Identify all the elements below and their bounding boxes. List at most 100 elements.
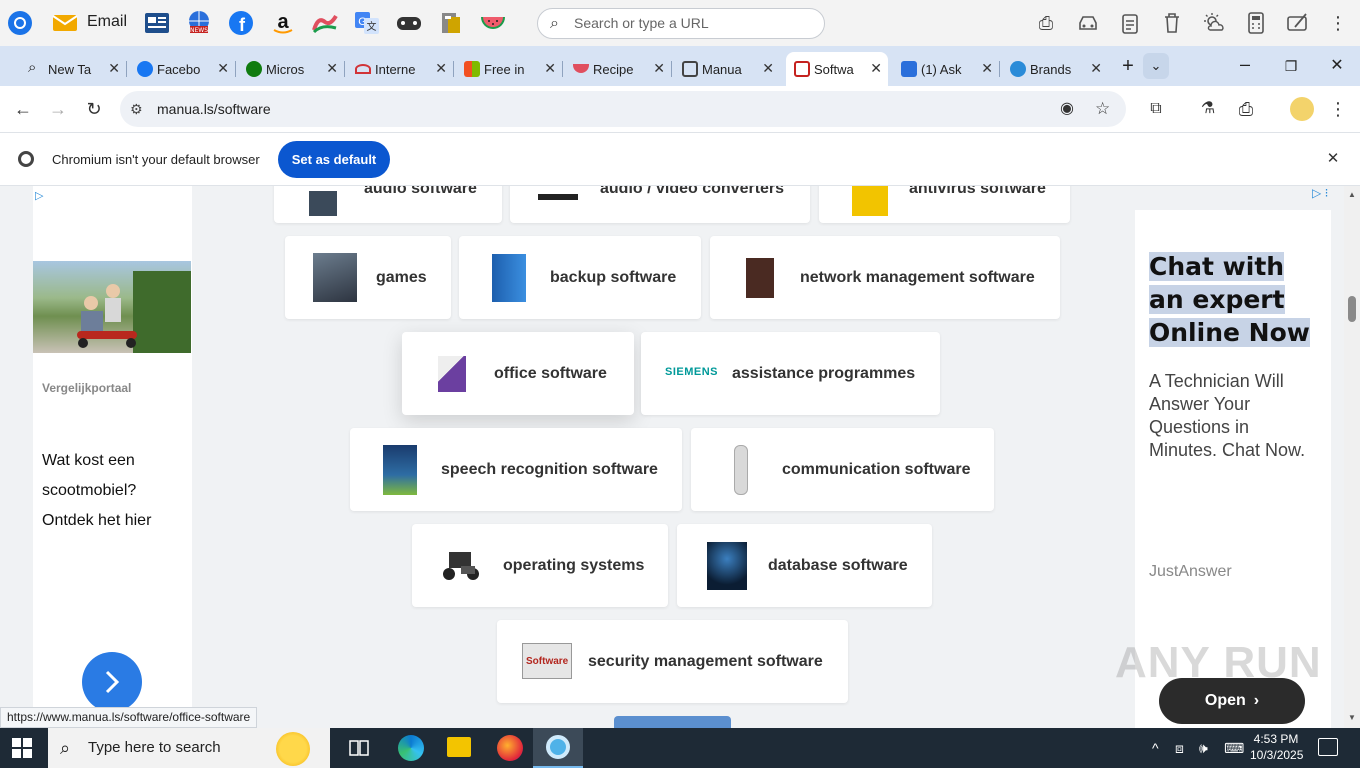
site-info-icon[interactable]: ⚙ — [130, 91, 143, 127]
category-card-office[interactable]: office software — [402, 332, 634, 415]
close-icon[interactable]: ✕ — [653, 60, 665, 77]
file-explorer-icon[interactable] — [447, 737, 471, 757]
clock[interactable]: 4:53 PM 10/3/2025 — [1250, 731, 1303, 763]
amazon-icon[interactable]: a — [268, 8, 298, 38]
print-icon[interactable]: ⎙ — [1031, 8, 1061, 38]
tab-internet[interactable]: Interne ✕ — [347, 52, 454, 86]
scroll-down-icon[interactable]: ▼ — [1348, 713, 1356, 722]
more-menu-icon[interactable]: ⋮ — [1323, 8, 1353, 38]
back-arrow-icon[interactable]: ← — [10, 96, 36, 122]
address-bar[interactable]: ⚙ manua.ls/software ◉ ☆ — [120, 91, 1126, 127]
category-card[interactable]: antivirus software — [819, 186, 1070, 223]
reload-icon[interactable]: ↻ — [81, 96, 107, 122]
ad-image[interactable] — [33, 261, 191, 353]
notifications-icon[interactable] — [1318, 738, 1338, 756]
close-icon[interactable]: ✕ — [762, 60, 774, 77]
search-input[interactable]: ⌕ Search or type a URL — [537, 8, 825, 39]
category-card-os[interactable]: operating systems — [412, 524, 668, 607]
category-card-speech[interactable]: speech recognition software — [350, 428, 682, 511]
new-tab-plus-icon[interactable]: + — [1115, 53, 1141, 79]
facebook-icon[interactable]: f — [226, 8, 256, 38]
close-icon[interactable]: ✕ — [326, 60, 338, 77]
left-ad[interactable]: ▷ Vergelijkportaal Wat kost een scootmob… — [33, 186, 192, 728]
gamepad-icon[interactable] — [394, 8, 424, 38]
category-card-communication[interactable]: communication software — [691, 428, 994, 511]
volume-icon[interactable]: 🕪 — [1199, 728, 1208, 768]
smiley-icon[interactable] — [276, 732, 310, 766]
watermelon-icon[interactable] — [478, 8, 508, 38]
infobar-close-icon[interactable]: ✕ — [1322, 148, 1344, 170]
labs-flask-icon[interactable]: ⚗ — [1195, 96, 1221, 122]
eye-off-icon[interactable]: ◉ — [1060, 91, 1074, 127]
car-icon[interactable] — [1073, 8, 1103, 38]
news-feed-icon[interactable] — [142, 8, 172, 38]
ad-text-line1[interactable]: Wat kost een — [42, 452, 135, 470]
tab-microsoft[interactable]: Micros ✕ — [238, 52, 345, 86]
ad-headline[interactable]: Chat with an expert Online Now — [1149, 250, 1319, 349]
office-icon[interactable] — [436, 8, 466, 38]
show-more-button[interactable] — [614, 716, 731, 728]
ad-choices-icon[interactable]: ▷ ⁝ — [1312, 186, 1328, 200]
tab-software-active[interactable]: Softwa ✕ — [786, 52, 888, 86]
close-icon[interactable]: ✕ — [217, 60, 229, 77]
stocks-icon[interactable] — [310, 8, 340, 38]
windows-start-icon[interactable] — [12, 738, 32, 763]
news-globe-icon[interactable]: NEWS — [184, 8, 214, 38]
browser-logo-icon[interactable] — [5, 8, 35, 38]
scroll-thumb[interactable] — [1348, 296, 1356, 322]
ad-next-button[interactable] — [82, 652, 142, 712]
page-scrollbar[interactable]: ▲ ▼ — [1344, 186, 1360, 728]
tray-chevron-icon[interactable]: ^ — [1152, 728, 1159, 768]
extensions-icon[interactable]: ⧉ — [1143, 96, 1169, 122]
browser-menu-icon[interactable]: ⋮ — [1325, 96, 1351, 122]
edge-icon[interactable] — [398, 735, 424, 761]
print-icon[interactable]: ⎙ — [1233, 96, 1259, 122]
ad-choices-icon[interactable]: ▷ — [35, 189, 43, 202]
weather-icon[interactable] — [1199, 8, 1229, 38]
close-icon[interactable]: ✕ — [435, 60, 447, 77]
ad-text-line2[interactable]: scootmobiel? — [42, 482, 136, 500]
tab-recipe[interactable]: Recipe ✕ — [565, 52, 672, 86]
network-icon[interactable]: ⧈ — [1175, 728, 1184, 768]
category-card[interactable]: audio / video converters — [510, 186, 810, 223]
translate-icon[interactable]: G文 — [352, 8, 382, 38]
firefox-icon[interactable] — [497, 735, 523, 761]
ad-text-line3[interactable]: Ontdek het hier — [42, 512, 151, 530]
tab-free[interactable]: Free in ✕ — [456, 52, 563, 86]
minimize-icon[interactable]: – — [1230, 53, 1260, 79]
chromium-taskbar-button[interactable] — [533, 728, 583, 768]
close-icon[interactable]: ✕ — [870, 60, 882, 77]
trash-icon[interactable] — [1157, 8, 1187, 38]
close-icon[interactable]: ✕ — [981, 60, 993, 77]
category-card-backup[interactable]: backup software — [459, 236, 701, 319]
ad-body[interactable]: A Technician Will Answer Your Questions … — [1149, 370, 1319, 462]
taskbar-search-input[interactable]: ⌕ Type here to search — [48, 728, 330, 768]
tab-new-tab[interactable]: ⌕ New Ta ✕ — [20, 52, 127, 86]
close-icon[interactable]: ✕ — [108, 60, 120, 77]
task-view-icon[interactable] — [348, 738, 370, 758]
clipboard-icon[interactable] — [1115, 8, 1145, 38]
keyboard-icon[interactable]: ⌨ — [1224, 728, 1244, 768]
category-card-security[interactable]: Software security management software — [497, 620, 848, 703]
calculator-icon[interactable] — [1241, 8, 1271, 38]
close-icon[interactable]: ✕ — [544, 60, 556, 77]
draw-icon[interactable] — [1283, 8, 1313, 38]
tab-brands[interactable]: Brands ✕ — [1002, 52, 1108, 86]
category-card-assistance[interactable]: SIEMENS assistance programmes — [641, 332, 940, 415]
category-card[interactable]: audio software — [274, 186, 502, 223]
category-card-database[interactable]: database software — [677, 524, 932, 607]
tab-ask[interactable]: (1) Ask ✕ — [893, 52, 1000, 86]
window-close-icon[interactable]: ✕ — [1322, 53, 1352, 79]
scroll-up-icon[interactable]: ▲ — [1348, 190, 1356, 199]
bookmark-star-icon[interactable]: ☆ — [1095, 91, 1110, 127]
close-icon[interactable]: ✕ — [1090, 60, 1102, 77]
restore-icon[interactable]: ❐ — [1276, 53, 1306, 79]
email-label[interactable]: Email — [87, 13, 127, 31]
profile-avatar-icon[interactable] — [1290, 97, 1314, 121]
tab-search-chevron-icon[interactable]: ⌄ — [1143, 53, 1169, 79]
forward-arrow-icon[interactable]: → — [45, 96, 71, 122]
email-icon[interactable] — [50, 8, 80, 38]
set-as-default-button[interactable]: Set as default — [278, 141, 390, 178]
tab-manua[interactable]: Manua ✕ — [674, 52, 780, 86]
category-card-network[interactable]: network management software — [710, 236, 1060, 319]
